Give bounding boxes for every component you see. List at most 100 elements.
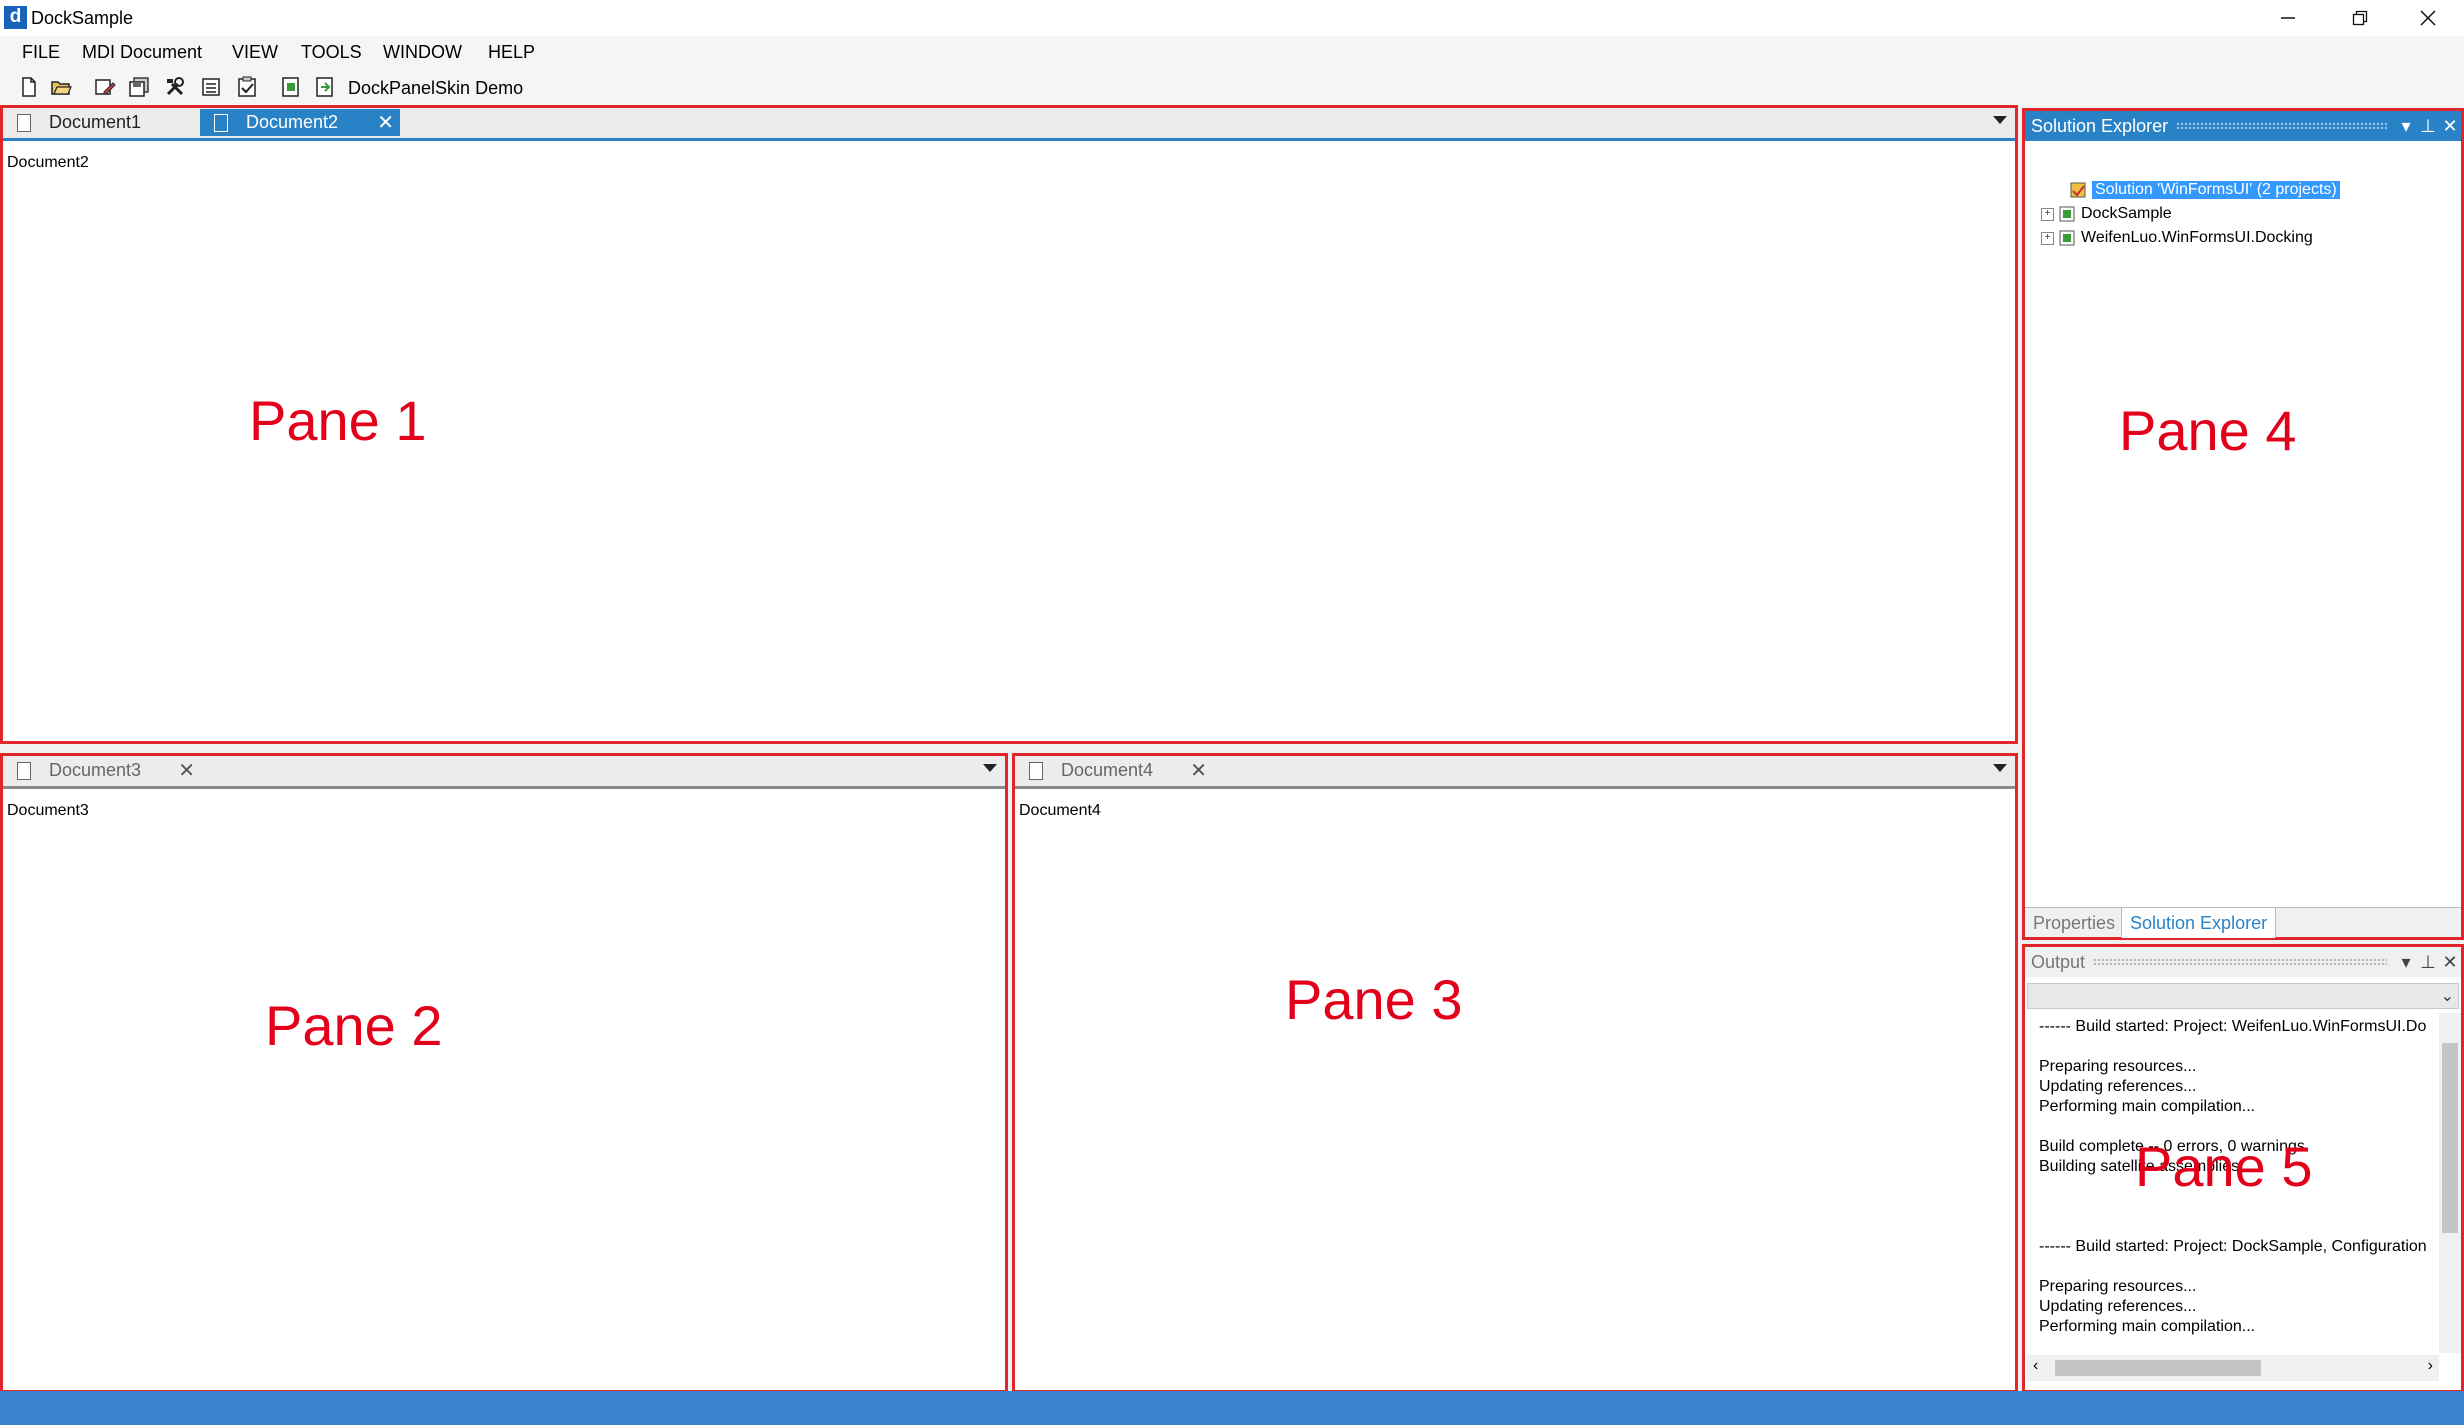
tool-tabstrip: Properties Solution Explorer xyxy=(2025,907,2461,938)
pane-2: Document3 ✕ Document3 Pane 2 xyxy=(0,753,1008,1393)
caption-grip[interactable] xyxy=(2093,958,2387,966)
chevron-down-icon[interactable]: ▾ xyxy=(2395,111,2417,141)
pane-3: Document4 ✕ Document4 Pane 3 xyxy=(1012,753,2018,1393)
pane-label: Pane 1 xyxy=(249,389,427,452)
menu-mdi-document[interactable]: MDI Document xyxy=(82,41,202,63)
chevron-right-icon[interactable]: › xyxy=(2428,1357,2433,1375)
menu-file[interactable]: FILE xyxy=(22,41,60,63)
pane-label: Pane 2 xyxy=(265,994,443,1057)
tree-node-label: DockSample xyxy=(2081,205,2172,222)
pane-label: Pane 4 xyxy=(2119,399,2297,462)
scrollbar-thumb[interactable] xyxy=(2442,1043,2458,1233)
pane-1-tabstrip: Document1 Document2 ✕ xyxy=(3,108,2015,141)
pane-3-tabstrip: Document4 ✕ xyxy=(1015,756,2015,789)
pin-icon[interactable]: ⊥ xyxy=(2417,947,2439,977)
pane-4-solution-explorer: Solution Explorer ▾ ⊥ ✕ Solution 'WinFor… xyxy=(2022,108,2464,940)
horizontal-scrollbar[interactable]: ‹ › xyxy=(2027,1355,2439,1381)
list-icon[interactable] xyxy=(200,76,222,98)
project-icon xyxy=(2059,206,2075,222)
app-icon: d xyxy=(4,6,27,29)
pin-icon[interactable]: ⊥ xyxy=(2417,111,2439,141)
output-source-dropdown[interactable]: ⌄ xyxy=(2027,983,2459,1009)
close-icon[interactable]: ✕ xyxy=(2439,111,2461,141)
document-content: Document3 xyxy=(7,802,89,819)
tab-label: Document2 xyxy=(246,112,339,132)
document-icon xyxy=(1029,761,1043,780)
chevron-down-icon[interactable] xyxy=(1993,116,2007,124)
scrollbar-thumb[interactable] xyxy=(2055,1360,2261,1376)
tree-node-weifenluo[interactable]: + WeifenLuo.WinFormsUI.Docking xyxy=(2041,227,2313,249)
save-all-icon[interactable] xyxy=(128,76,150,98)
new-file-icon[interactable] xyxy=(18,76,40,98)
open-folder-icon[interactable] xyxy=(50,76,72,98)
tab-document1[interactable]: Document1 xyxy=(3,109,199,136)
restore-button[interactable] xyxy=(2324,0,2396,36)
caption-title: Solution Explorer xyxy=(2031,115,2169,136)
toolbar-label[interactable]: DockPanelSkin Demo xyxy=(348,77,523,99)
window-title: DockSample xyxy=(31,8,134,28)
expand-icon[interactable]: + xyxy=(2041,207,2054,221)
tab-label: Document1 xyxy=(49,112,142,132)
output-line: Updating references... xyxy=(2039,1078,2197,1095)
close-icon[interactable]: ✕ xyxy=(178,758,195,783)
output-line: Performing main compilation... xyxy=(2039,1318,2256,1335)
pane-label: Pane 5 xyxy=(2135,1135,2313,1198)
output-caption: Output ▾ ⊥ ✕ xyxy=(2025,947,2461,977)
vertical-scrollbar[interactable] xyxy=(2439,1013,2461,1353)
menu-tools[interactable]: TOOLS xyxy=(301,41,362,63)
tab-document3[interactable]: Document3 ✕ xyxy=(3,757,201,784)
close-window-button[interactable] xyxy=(2392,0,2464,36)
expand-icon[interactable]: + xyxy=(2041,231,2054,245)
output-line: Preparing resources... xyxy=(2039,1278,2197,1295)
tree-node-docksample[interactable]: + DockSample xyxy=(2041,203,2172,225)
output-line: ------ Build started: Project: DockSampl… xyxy=(2039,1238,2427,1255)
chevron-down-icon[interactable]: ▾ xyxy=(2395,947,2417,977)
document-icon xyxy=(17,761,31,780)
close-icon xyxy=(2420,10,2436,26)
document-content: Document4 xyxy=(1019,802,1101,819)
tab-document2[interactable]: Document2 ✕ xyxy=(200,109,400,136)
output-line: Performing main compilation... xyxy=(2039,1098,2256,1115)
output-line: ------ Build started: Project: WeifenLuo… xyxy=(2039,1018,2427,1035)
minimize-button[interactable] xyxy=(2252,0,2324,36)
solution-explorer-caption: Solution Explorer ▾ ⊥ ✕ xyxy=(2025,111,2461,141)
output-line: Updating references... xyxy=(2039,1298,2197,1315)
menu-window[interactable]: WINDOW xyxy=(383,41,462,63)
close-icon[interactable]: ✕ xyxy=(1190,758,1207,783)
output-line: Preparing resources... xyxy=(2039,1058,2197,1075)
pane-5-output: Output ▾ ⊥ ✕ ⌄ ------ Build started: Pro… xyxy=(2022,944,2464,1393)
tree-node-solution[interactable]: Solution 'WinFormsUI' (2 projects) xyxy=(2069,179,2340,201)
menu-bar: FILE MDI Document VIEW TOOLS WINDOW HELP… xyxy=(0,36,2464,76)
tree-node-label: Solution 'WinFormsUI' (2 projects) xyxy=(2092,181,2340,199)
chevron-down-icon[interactable] xyxy=(983,764,997,772)
title-bar: d DockSample xyxy=(0,0,2464,36)
import-icon[interactable] xyxy=(314,76,336,98)
chevron-down-icon: ⌄ xyxy=(2440,988,2454,1005)
document-icon xyxy=(214,113,228,132)
pane-1: Document1 Document2 ✕ Document2 Pane 1 xyxy=(0,105,2018,744)
tab-label: Document3 xyxy=(49,760,142,780)
tab-properties[interactable]: Properties xyxy=(2025,908,2123,938)
export-icon[interactable] xyxy=(280,76,302,98)
caption-grip[interactable] xyxy=(2176,122,2387,130)
status-bar xyxy=(0,1391,2464,1425)
chevron-down-icon[interactable] xyxy=(1993,764,2007,772)
close-icon[interactable]: ✕ xyxy=(377,110,394,135)
caption-title: Output xyxy=(2031,951,2086,972)
document-content: Document2 xyxy=(7,154,89,171)
menu-view[interactable]: VIEW xyxy=(232,41,278,63)
tree-node-label: WeifenLuo.WinFormsUI.Docking xyxy=(2081,229,2313,246)
pane-label: Pane 3 xyxy=(1285,968,1463,1031)
edit-icon[interactable] xyxy=(94,76,116,98)
tab-solution-explorer[interactable]: Solution Explorer xyxy=(2121,908,2277,938)
tab-document4[interactable]: Document4 ✕ xyxy=(1015,757,1213,784)
solution-tree: Solution 'WinFormsUI' (2 projects) + Doc… xyxy=(2025,179,2461,879)
document-icon xyxy=(17,113,31,132)
checklist-icon[interactable] xyxy=(236,76,258,98)
pane-2-tabstrip: Document3 ✕ xyxy=(3,756,1005,789)
project-icon xyxy=(2059,230,2075,246)
close-icon[interactable]: ✕ xyxy=(2439,947,2461,977)
chevron-left-icon[interactable]: ‹ xyxy=(2033,1357,2038,1375)
tools-icon[interactable] xyxy=(164,76,186,98)
menu-help[interactable]: HELP xyxy=(488,41,535,63)
